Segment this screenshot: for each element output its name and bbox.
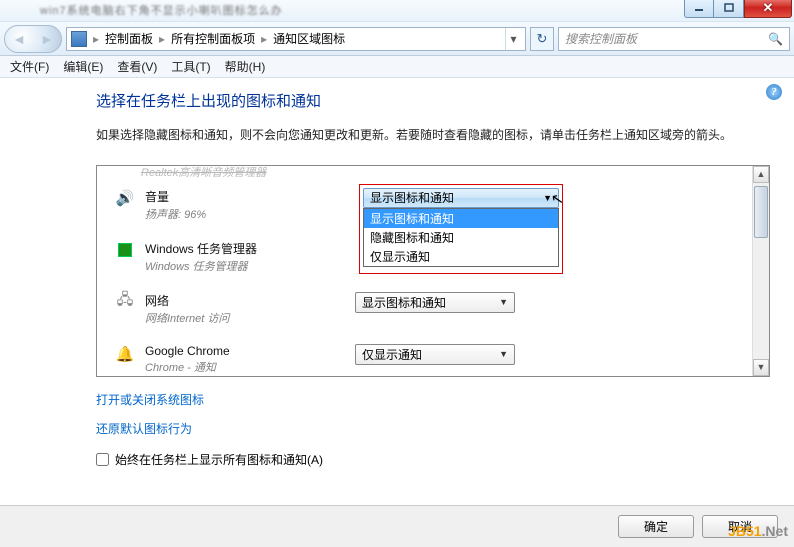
combo-selected-label: 显示图标和通知 (370, 189, 454, 206)
menu-file[interactable]: 文件(F) (10, 58, 49, 75)
item-title: Windows 任务管理器 (145, 240, 355, 257)
dropdown-option[interactable]: 显示图标和通知 (364, 209, 558, 228)
behavior-dropdown-list[interactable]: 显示图标和通知 隐藏图标和通知 仅显示通知 (363, 208, 559, 267)
back-icon: ◄ (12, 31, 26, 47)
explorer-navbar: ◄► ▸ 控制面板 ▸ 所有控制面板项 ▸ 通知区域图标 ▾ ↻ 搜索控制面板 … (0, 22, 794, 56)
scroll-up-button[interactable]: ▲ (753, 166, 769, 183)
list-item-chrome: 🔔 Google Chrome Chrome - 通知 仅显示通知▼ (115, 336, 734, 385)
breadcrumb-root[interactable]: 控制面板 (105, 30, 153, 47)
dropdown-option[interactable]: 隐藏图标和通知 (364, 228, 558, 247)
item-title: Google Chrome (145, 344, 355, 358)
window-controls: ✕ (684, 0, 792, 18)
chevron-down-icon: ▼ (499, 297, 508, 307)
breadcrumb-level2[interactable]: 所有控制面板项 (171, 30, 255, 47)
dialog-footer: 确定 取消 (0, 505, 794, 547)
page-description: 如果选择隐藏图标和通知，则不会向您通知更改和更新。若要随时查看隐藏的图标，请单击… (96, 125, 770, 147)
item-title: 网络 (145, 292, 355, 309)
maximize-button[interactable] (714, 0, 744, 18)
forward-icon: ► (40, 31, 54, 47)
links-section: 打开或关闭系统图标 还原默认图标行为 (96, 391, 770, 449)
list-item-network: 🖧 网络 网络Internet 访问 显示图标和通知▼ (115, 284, 734, 336)
breadcrumb-level3[interactable]: 通知区域图标 (273, 30, 345, 47)
control-panel-icon (71, 31, 87, 47)
link-restore-defaults[interactable]: 还原默认图标行为 (96, 420, 192, 437)
menu-bar: 文件(F) 编辑(E) 查看(V) 工具(T) 帮助(H) (0, 56, 794, 78)
content-area: 选择在任务栏上出现的图标和通知 如果选择隐藏图标和通知，则不会向您通知更改和更新… (0, 80, 794, 505)
bell-icon: 🔔 (115, 344, 135, 364)
search-icon: 🔍 (768, 32, 783, 46)
item-subtitle: Windows 任务管理器 (145, 258, 355, 274)
scroll-down-button[interactable]: ▼ (753, 359, 769, 376)
scrollbar[interactable]: ▲ ▼ (752, 166, 769, 376)
minimize-button[interactable] (684, 0, 714, 18)
menu-edit[interactable]: 编辑(E) (63, 58, 103, 75)
nav-back-forward[interactable]: ◄► (4, 25, 62, 53)
address-dropdown-icon[interactable]: ▾ (505, 28, 521, 50)
network-icon: 🖧 (115, 292, 135, 312)
item-subtitle: 扬声器: 96% (145, 206, 355, 222)
item-subtitle: 网络Internet 访问 (145, 310, 355, 326)
search-input[interactable]: 搜索控制面板 🔍 (558, 27, 790, 51)
always-show-checkbox[interactable] (96, 453, 109, 466)
refresh-button[interactable]: ↻ (530, 27, 554, 51)
ok-button[interactable]: 确定 (618, 515, 694, 538)
scroll-thumb[interactable] (754, 186, 768, 238)
item-subtitle: Chrome - 通知 (145, 359, 355, 375)
help-icon[interactable]: ? (766, 84, 782, 100)
icon-list-box: Realtek高清晰音频管理器 显示图标和通知 ▼ 显示图标和通知 隐藏图标和通… (96, 165, 770, 377)
volume-behavior-combo-open[interactable]: 显示图标和通知 ▼ (363, 188, 559, 208)
window-title-ghost: win7系统电脑右下角不显示小喇叭图标怎么办 (40, 2, 283, 18)
speaker-icon: 🔊 (115, 188, 135, 208)
page-title: 选择在任务栏上出现的图标和通知 (96, 90, 770, 111)
watermark: JB51.Net (728, 523, 788, 539)
chrome-behavior-combo[interactable]: 仅显示通知▼ (355, 344, 515, 365)
search-placeholder: 搜索控制面板 (565, 30, 637, 47)
chevron-down-icon: ▼ (499, 349, 508, 359)
dropdown-option[interactable]: 仅显示通知 (364, 247, 558, 266)
item-title: 音量 (145, 188, 355, 205)
network-behavior-combo[interactable]: 显示图标和通知▼ (355, 292, 515, 313)
link-system-icons[interactable]: 打开或关闭系统图标 (96, 391, 204, 408)
menu-view[interactable]: 查看(V) (117, 58, 157, 75)
menu-tools[interactable]: 工具(T) (171, 58, 210, 75)
address-bar[interactable]: ▸ 控制面板 ▸ 所有控制面板项 ▸ 通知区域图标 ▾ (66, 27, 526, 51)
taskmanager-icon (115, 240, 135, 260)
always-show-label: 始终在任务栏上显示所有图标和通知(A) (115, 451, 323, 468)
always-show-checkbox-row: 始终在任务栏上显示所有图标和通知(A) (96, 451, 770, 468)
menu-help[interactable]: 帮助(H) (225, 58, 266, 75)
breadcrumb-sep: ▸ (91, 32, 101, 46)
close-button[interactable]: ✕ (744, 0, 792, 18)
window-titlebar: win7系统电脑右下角不显示小喇叭图标怎么办 ✕ (0, 0, 794, 22)
